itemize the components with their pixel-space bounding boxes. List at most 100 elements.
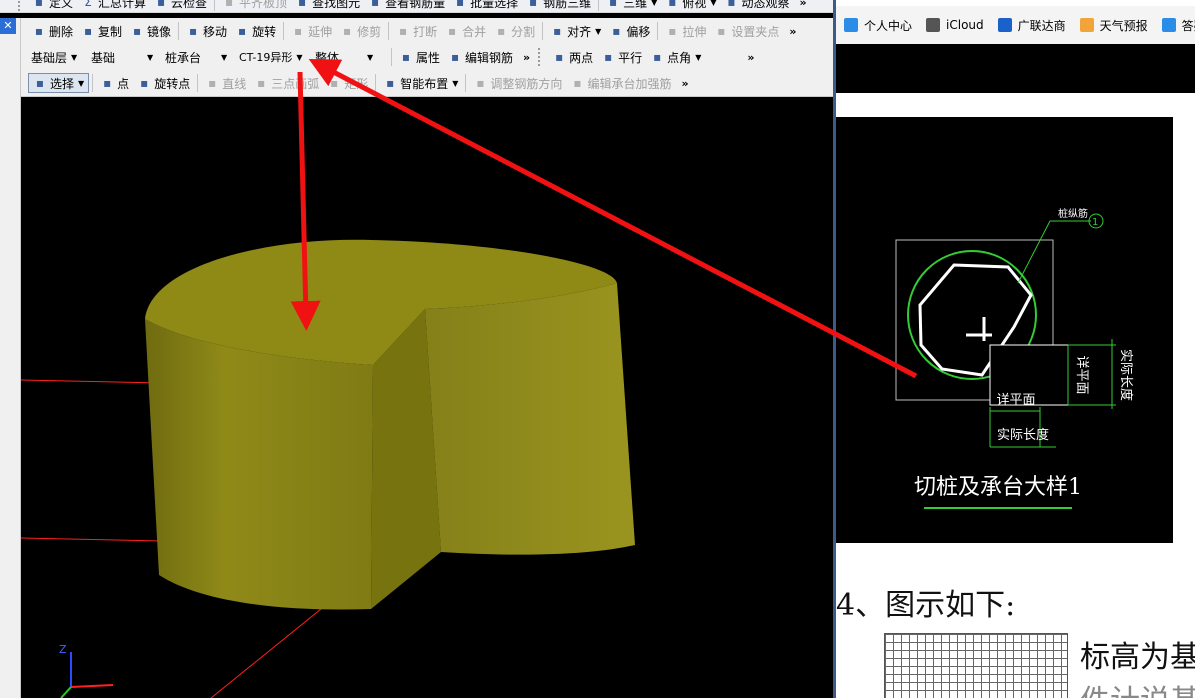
align-top-button[interactable]: ▪ 平齐板顶: [218, 0, 291, 12]
arc-button[interactable]: ▪ 三点画弧: [250, 73, 323, 93]
extend-icon: ▪: [294, 24, 303, 38]
toolbar-overflow-icon[interactable]: »: [523, 51, 530, 64]
floor-select[interactable]: 基础层 ▼: [28, 48, 84, 66]
sigma-button[interactable]: Σ 汇总计算: [77, 0, 150, 12]
select-cursor-button[interactable]: ▪ 选择 ▼: [28, 73, 90, 93]
rotate-point-button[interactable]: ▪ 旋转点: [133, 73, 194, 93]
3d-scene: Z: [21, 239, 635, 698]
edit-rebar-button[interactable]: ▪ 编辑钢筋: [444, 47, 517, 67]
rebar-3d-icon: ▪: [529, 0, 538, 9]
toolbar-overflow-icon[interactable]: »: [681, 77, 688, 90]
bookmark-item[interactable]: 天气预报: [1079, 17, 1148, 34]
orbit-button[interactable]: ▪ 动态观察: [720, 0, 793, 12]
note-text: 标高为基准: [1080, 640, 1195, 675]
toolbar-grip[interactable]: [538, 48, 544, 66]
top-toolbar: ▪ 定义 Σ 汇总计算 ▪ 云检查 ▪ 平齐板顶 ▪ 查找图元 ▪ 查看钢筋量 ▪ 批量选择 ▪ 钢筋三维 ▪ 三…: [0, 0, 833, 13]
break-icon: ▪: [399, 24, 408, 38]
move-button[interactable]: ▪ 移动: [182, 21, 231, 41]
button-label: 合并: [462, 24, 487, 39]
toolbar-grip[interactable]: [18, 0, 24, 11]
find-element-button[interactable]: ▪ 查找图元: [291, 0, 364, 12]
trim-button[interactable]: ▪ 修剪: [336, 21, 385, 41]
toolbar-overflow-icon[interactable]: »: [799, 0, 806, 9]
merge-button[interactable]: ▪ 合并: [441, 21, 490, 41]
split-button[interactable]: ▪ 分割: [490, 21, 539, 41]
drawing-title: 切桩及承台大样1: [914, 475, 1082, 500]
button-label: 批量选择: [470, 0, 519, 10]
part-select[interactable]: 整体 ▼: [312, 48, 384, 66]
button-label: 平齐板顶: [239, 0, 288, 10]
parallel-icon: ▪: [604, 50, 613, 64]
properties-button[interactable]: ▪ 属性: [395, 47, 444, 67]
image-band: [836, 44, 1195, 93]
define-button[interactable]: ▪ 定义: [28, 0, 77, 12]
two-point-icon: ▪: [555, 50, 564, 64]
edit-toolbar: ▪ 删除 ▪ 复制 ▪ 镜像 ▪ 移动 ▪ 旋转 ▪ 延伸 ▪ 修剪 ▪ 打断 ▪ 合并 ▪ 分割 ▪ 对齐 ▼ ▪ 偏移 ▪ 拉伸…: [0, 18, 833, 45]
draw-toolbar: ▪ 选择 ▼ ▪ 点 ▪ 旋转点 ▪ 直线 ▪ 三点画弧 ▪ 矩形 ▪ 智能布置 ▼ ▪ 调整钢筋方向 ▪ 编辑承台加…: [0, 70, 833, 97]
bookmark-item[interactable]: iCloud: [926, 18, 984, 32]
toolbar-separator: [283, 22, 285, 40]
hatch-pattern: [884, 633, 1068, 698]
toolbar-overflow-icon[interactable]: »: [789, 25, 796, 38]
component-select-value: CT-19异形: [239, 51, 293, 64]
toolbar-overflow-icon[interactable]: »: [747, 51, 754, 64]
button-label: 点角: [667, 50, 692, 65]
chevron-down-icon: ▼: [296, 52, 303, 62]
rebar-3d-button[interactable]: ▪ 钢筋三维: [522, 0, 595, 12]
arc-icon: ▪: [257, 76, 266, 90]
axis-line: [21, 537, 162, 542]
bookmark-item[interactable]: 个人中心: [844, 17, 912, 34]
rectangle-button[interactable]: ▪ 矩形: [323, 73, 372, 93]
category-select[interactable]: 基础 ▼: [88, 48, 158, 66]
dim-plan-vertical: 详平面: [1074, 355, 1089, 394]
view-rebar-button[interactable]: ▪ 查看钢筋量: [364, 0, 449, 12]
align-top-icon: ▪: [224, 0, 234, 9]
parallel-button[interactable]: ▪ 平行: [597, 47, 646, 67]
point-angle-icon: ▪: [653, 50, 662, 64]
copy-button[interactable]: ▪ 复制: [77, 21, 126, 41]
extend-button[interactable]: ▪ 延伸: [287, 21, 336, 41]
delete-button[interactable]: ▪ 删除: [28, 21, 77, 41]
dim-actual-vertical: 实际长度: [1118, 349, 1134, 401]
chevron-down-icon: ▼: [595, 26, 602, 36]
move-icon: ▪: [188, 24, 198, 38]
point-button[interactable]: ▪ 点: [96, 73, 133, 93]
weather-icon: [1079, 18, 1094, 32]
bookmark-item[interactable]: 广联达商: [997, 17, 1066, 34]
grip-point-icon: ▪: [717, 24, 726, 38]
point-angle-button[interactable]: ▪ 点角 ▼: [646, 47, 705, 67]
chevron-down-icon: ▼: [651, 0, 658, 7]
mirror-button[interactable]: ▪ 镜像: [126, 21, 175, 41]
offset-button[interactable]: ▪ 偏移: [605, 21, 654, 41]
bookmark-icon: [844, 18, 858, 32]
edit-cap-rebar-icon: ▪: [573, 76, 582, 90]
stretch-button[interactable]: ▪ 拉伸: [661, 21, 710, 41]
align-button[interactable]: ▪ 对齐 ▼: [546, 21, 605, 41]
bookmark-item[interactable]: 答疑: [1161, 17, 1195, 34]
component-select[interactable]: CT-19异形 ▼: [236, 48, 308, 66]
adjust-rebar-icon: ▪: [476, 76, 485, 90]
break-button[interactable]: ▪ 打断: [392, 21, 441, 41]
top-view-button[interactable]: ▪ 俯视 ▼: [661, 0, 720, 12]
rotate-button[interactable]: ▪ 旋转: [231, 21, 280, 41]
edit-cap-rebar-button[interactable]: ▪ 编辑承台加强筋: [566, 73, 675, 93]
button-label: 钢筋三维: [543, 0, 592, 10]
chevron-down-icon: ▼: [221, 52, 228, 62]
line-button[interactable]: ▪ 直线: [201, 73, 250, 93]
3d-viewport[interactable]: Z: [21, 97, 833, 698]
two-point-button[interactable]: ▪ 两点: [548, 47, 597, 67]
cloud-check-button[interactable]: ▪ 云检查: [150, 0, 211, 12]
glodon-icon: [997, 18, 1012, 32]
smart-layout-button[interactable]: ▪ 智能布置 ▼: [379, 73, 462, 93]
adjust-rebar-button[interactable]: ▪ 调整钢筋方向: [469, 73, 566, 93]
toolbar-separator: [388, 22, 390, 40]
type-select[interactable]: 桩承台 ▼: [162, 48, 232, 66]
close-icon[interactable]: ✕: [0, 18, 16, 34]
toolbar-separator: [214, 0, 216, 11]
batch-select-button[interactable]: ▪ 批量选择: [449, 0, 522, 12]
grip-point-button[interactable]: ▪ 设置夹点: [710, 21, 783, 41]
3d-view-button[interactable]: ▪ 三维 ▼: [602, 0, 661, 12]
button-label: 镜像: [147, 24, 172, 39]
button-label: 查看钢筋量: [385, 0, 446, 10]
delete-icon: ▪: [34, 24, 44, 38]
